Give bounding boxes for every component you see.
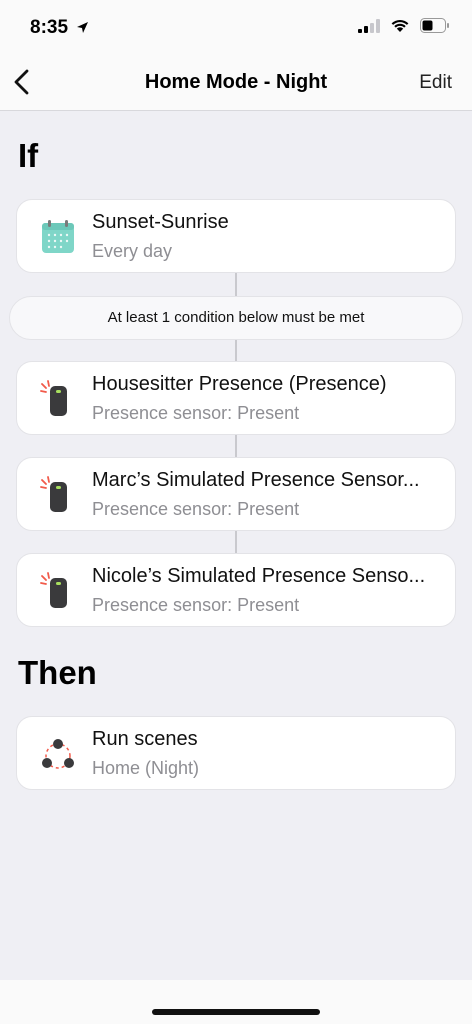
- action-subtitle: Home (Night): [92, 758, 200, 778]
- condition-title: Marc’s Simulated Presence Sensor...: [92, 469, 420, 491]
- page-title: Home Mode - Night: [144, 71, 328, 93]
- connector-line: [235, 435, 237, 457]
- home-indicator[interactable]: [152, 1009, 320, 1015]
- condition-card-nicole[interactable]: Nicole’s Simulated Presence Senso... Pre…: [16, 553, 456, 627]
- presence-sensor-icon: [40, 380, 67, 416]
- trigger-title: Sunset-Sunrise: [92, 211, 229, 233]
- then-heading: Then: [18, 654, 97, 691]
- status-time: 8:35: [30, 17, 69, 38]
- condition-subtitle: Presence sensor: Present: [92, 403, 300, 423]
- connector-line: [235, 340, 237, 361]
- if-heading: If: [18, 137, 39, 174]
- navigation-bar: Home Mode - Night Edit: [0, 56, 472, 111]
- trigger-card-sunset-sunrise[interactable]: Sunset-Sunrise Every day: [16, 199, 456, 273]
- action-title: Run scenes: [92, 728, 198, 750]
- connector-line: [235, 531, 237, 553]
- wifi-icon: [391, 19, 409, 32]
- calendar-icon: [42, 220, 74, 253]
- status-bar: 8:35: [0, 0, 472, 56]
- cellular-signal-icon: [358, 18, 380, 33]
- condition-note: At least 1 condition below must be met: [9, 296, 463, 340]
- action-card-run-scenes[interactable]: Run scenes Home (Night): [16, 716, 456, 790]
- condition-title: Housesitter Presence (Presence): [92, 373, 387, 395]
- condition-title: Nicole’s Simulated Presence Senso...: [92, 565, 426, 587]
- scenes-icon: [42, 739, 74, 769]
- condition-subtitle: Presence sensor: Present: [92, 595, 300, 615]
- connector-line: [235, 273, 237, 296]
- presence-sensor-icon: [40, 476, 67, 512]
- home-indicator-area: [0, 980, 472, 1024]
- back-button[interactable]: [10, 68, 40, 98]
- trigger-subtitle: Every day: [92, 241, 173, 261]
- battery-icon: [420, 18, 449, 33]
- presence-sensor-icon: [40, 572, 67, 608]
- condition-subtitle: Presence sensor: Present: [92, 499, 300, 519]
- edit-button[interactable]: Edit: [419, 72, 452, 94]
- location-arrow-icon: [77, 22, 88, 33]
- condition-card-housesitter[interactable]: Housesitter Presence (Presence) Presence…: [16, 361, 456, 435]
- condition-card-marc[interactable]: Marc’s Simulated Presence Sensor... Pres…: [16, 457, 456, 531]
- chevron-left-icon: [14, 69, 29, 95]
